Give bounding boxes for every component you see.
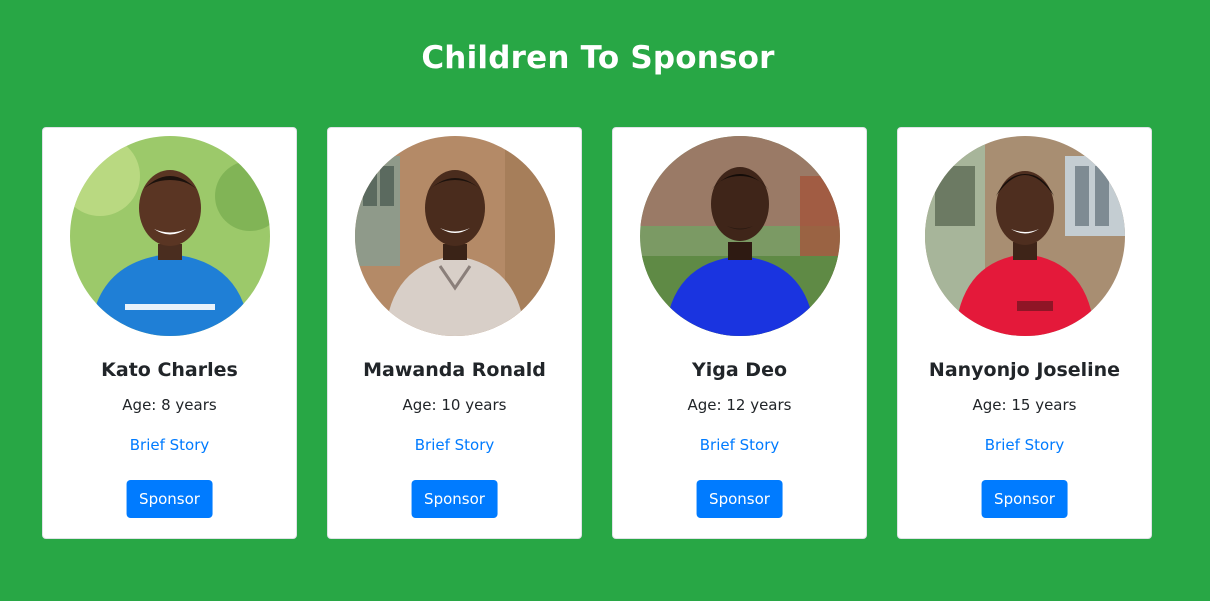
child-name: Mawanda Ronald (363, 359, 546, 381)
child-card: Kato Charles Age: 8 years Brief Story Sp… (42, 127, 297, 539)
child-age: Age: 12 years (687, 396, 792, 414)
sponsor-button[interactable]: Sponsor (411, 480, 498, 518)
brief-story-link[interactable]: Brief Story (43, 436, 296, 454)
child-age: Age: 10 years (402, 396, 507, 414)
brief-story-link[interactable]: Brief Story (328, 436, 581, 454)
brief-story-link[interactable]: Brief Story (613, 436, 866, 454)
child-card: Nanyonjo Joseline Age: 15 years Brief St… (897, 127, 1152, 539)
child-age: Age: 8 years (122, 396, 217, 414)
child-name: Nanyonjo Joseline (928, 359, 1121, 381)
brief-story-link[interactable]: Brief Story (898, 436, 1151, 454)
sponsor-button[interactable]: Sponsor (126, 480, 213, 518)
sponsor-button[interactable]: Sponsor (981, 480, 1068, 518)
sponsor-button[interactable]: Sponsor (696, 480, 783, 518)
child-name: Kato Charles (101, 359, 238, 381)
child-photo (925, 136, 1125, 336)
child-card: Mawanda Ronald Age: 10 years Brief Story… (327, 127, 582, 539)
child-photo (355, 136, 555, 336)
child-photo (640, 136, 840, 336)
child-card-list: Kato Charles Age: 8 years Brief Story Sp… (42, 127, 1152, 539)
child-name: Yiga Deo (691, 359, 788, 381)
child-photo (70, 136, 270, 336)
page-title: Children To Sponsor (421, 40, 775, 76)
child-age: Age: 15 years (972, 396, 1077, 414)
child-card: Yiga Deo Age: 12 years Brief Story Spons… (612, 127, 867, 539)
